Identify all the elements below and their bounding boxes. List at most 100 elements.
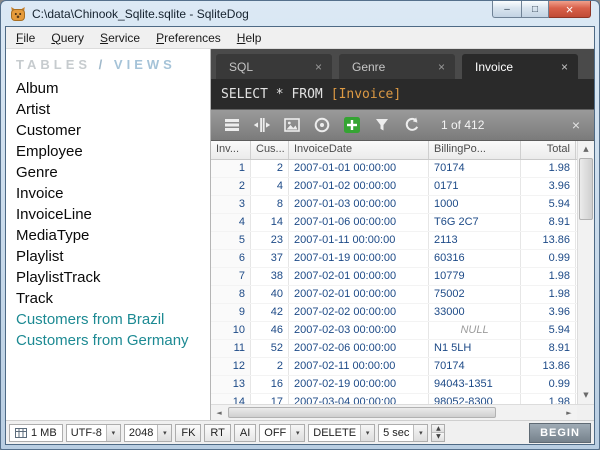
grid-cell[interactable]: 37 — [251, 250, 289, 267]
grid-cell[interactable]: 3.96 — [521, 304, 576, 321]
grid-cell[interactable]: 2 — [211, 178, 251, 195]
tab-close-icon[interactable]: × — [438, 60, 445, 74]
grid-cell[interactable]: 8 — [211, 286, 251, 303]
spin-up-icon[interactable]: ▲ — [432, 425, 444, 434]
timeout-select[interactable]: 5 sec ▾ — [378, 424, 428, 442]
grid-cell[interactable]: 2 — [251, 160, 289, 177]
vertical-scroll-thumb[interactable] — [579, 158, 593, 220]
grid-cell[interactable]: 70174 — [429, 358, 521, 375]
grid-cell[interactable]: 2007-02-02 00:00:00 — [289, 304, 429, 321]
grid-row[interactable]: 13162007-02-19 00:00:0094043-13510.99 — [211, 376, 577, 394]
grid-cell[interactable]: 14 — [251, 214, 289, 231]
sidebar-item-invoiceline[interactable]: InvoiceLine — [6, 204, 210, 225]
grid-cell[interactable]: 10 — [211, 322, 251, 339]
sync-mode-select[interactable]: OFF ▾ — [259, 424, 305, 442]
grid-cell[interactable]: 1.98 — [521, 160, 576, 177]
column-header-inv[interactable]: Inv... — [211, 141, 251, 159]
grid-cell[interactable]: 46 — [251, 322, 289, 339]
grid-cell[interactable]: 10779 — [429, 268, 521, 285]
grid-cell[interactable]: 2007-02-01 00:00:00 — [289, 268, 429, 285]
grid-row[interactable]: 5232007-01-11 00:00:00211313.86 — [211, 232, 577, 250]
encoding-select[interactable]: UTF-8 ▾ — [66, 424, 121, 442]
grid-cell[interactable]: 5.94 — [521, 322, 576, 339]
grid-cell[interactable]: 2007-01-11 00:00:00 — [289, 232, 429, 249]
refresh-button[interactable] — [399, 113, 425, 137]
column-header-invoicedate[interactable]: InvoiceDate — [289, 141, 429, 159]
dropdown-arrow-icon[interactable]: ▾ — [360, 425, 374, 441]
column-header-total[interactable]: Total — [521, 141, 576, 159]
sql-editor[interactable]: SELECT * FROM [Invoice] — [211, 79, 594, 109]
grid-cell[interactable]: NULL — [429, 322, 521, 339]
grid-row[interactable]: 7382007-02-01 00:00:00107791.98 — [211, 268, 577, 286]
horizontal-scrollbar[interactable]: ◄ ► — [211, 404, 577, 420]
grid-row[interactable]: 10462007-02-03 00:00:00NULL5.94 — [211, 322, 577, 340]
dropdown-arrow-icon[interactable]: ▾ — [413, 425, 427, 441]
grid-cell[interactable]: 2007-02-03 00:00:00 — [289, 322, 429, 339]
grid-cell[interactable]: 38 — [251, 268, 289, 285]
sidebar-item-track[interactable]: Track — [6, 288, 210, 309]
spin-down-icon[interactable]: ▼ — [432, 433, 444, 441]
grid-cell[interactable]: 52 — [251, 340, 289, 357]
foreign-keys-toggle[interactable]: FK — [175, 424, 201, 442]
sidebar-item-customers-from-germany[interactable]: Customers from Germany — [6, 330, 210, 351]
journal-mode-select[interactable]: DELETE ▾ — [308, 424, 375, 442]
grid-cell[interactable]: 4 — [211, 214, 251, 231]
grid-cell[interactable]: 2007-02-06 00:00:00 — [289, 340, 429, 357]
grid-cell[interactable]: 2007-02-19 00:00:00 — [289, 376, 429, 393]
grid-cell[interactable]: 0171 — [429, 178, 521, 195]
grid-row[interactable]: 4142007-01-06 00:00:00T6G 2C78.91 — [211, 214, 577, 232]
grid-cell[interactable]: 8.91 — [521, 214, 576, 231]
timeout-spinner[interactable]: ▲ ▼ — [431, 424, 445, 442]
menu-preferences[interactable]: Preferences — [148, 28, 229, 48]
grid-row[interactable]: 382007-01-03 00:00:0010005.94 — [211, 196, 577, 214]
tab-invoice[interactable]: Invoice× — [462, 54, 578, 79]
grid-row[interactable]: 1222007-02-11 00:00:007017413.86 — [211, 358, 577, 376]
column-header-billingpo[interactable]: BillingPo... — [429, 141, 521, 159]
fit-columns-button[interactable] — [249, 113, 275, 137]
close-results-icon[interactable]: × — [566, 117, 586, 133]
tab-close-icon[interactable]: × — [315, 60, 322, 74]
grid-cell[interactable]: 1.98 — [521, 268, 576, 285]
grid-cell[interactable]: 2 — [251, 358, 289, 375]
scroll-up-icon[interactable]: ▲ — [578, 141, 594, 157]
sidebar-item-mediatype[interactable]: MediaType — [6, 225, 210, 246]
grid-cell[interactable]: 12 — [211, 358, 251, 375]
grid-cell[interactable]: 13.86 — [521, 232, 576, 249]
sidebar-item-artist[interactable]: Artist — [6, 99, 210, 120]
grid-cell[interactable]: 5 — [211, 232, 251, 249]
tab-genre[interactable]: Genre× — [339, 54, 455, 79]
grid-cell[interactable]: 3.96 — [521, 178, 576, 195]
blob-view-button[interactable] — [279, 113, 305, 137]
grid-cell[interactable]: 0.99 — [521, 376, 576, 393]
scroll-down-icon[interactable]: ▼ — [578, 387, 594, 403]
sidebar-item-employee[interactable]: Employee — [6, 141, 210, 162]
grid-cell[interactable]: 2007-01-02 00:00:00 — [289, 178, 429, 195]
grid-cell[interactable]: 94043-1351 — [429, 376, 521, 393]
grid-cell[interactable]: 33000 — [429, 304, 521, 321]
sidebar-item-customer[interactable]: Customer — [6, 120, 210, 141]
grid-cell[interactable]: 9 — [211, 304, 251, 321]
grid-cell[interactable]: 7 — [211, 268, 251, 285]
grid-cell[interactable]: 2007-02-11 00:00:00 — [289, 358, 429, 375]
scroll-left-icon[interactable]: ◄ — [211, 405, 227, 420]
grid-cell[interactable]: 23 — [251, 232, 289, 249]
minimize-button[interactable]: – — [492, 1, 521, 18]
locate-record-button[interactable] — [309, 113, 335, 137]
grid-cell[interactable]: 2007-01-06 00:00:00 — [289, 214, 429, 231]
sidebar-item-album[interactable]: Album — [6, 78, 210, 99]
menu-service[interactable]: Service — [92, 28, 148, 48]
grid-cell[interactable]: 70174 — [429, 160, 521, 177]
column-header-cus[interactable]: Cus... — [251, 141, 289, 159]
grid-cell[interactable]: 1 — [211, 160, 251, 177]
grid-cell[interactable]: 2007-02-01 00:00:00 — [289, 286, 429, 303]
grid-cell[interactable]: 2007-01-01 00:00:00 — [289, 160, 429, 177]
auto-increment-toggle[interactable]: AI — [234, 424, 256, 442]
grid-cell[interactable]: 1.98 — [521, 286, 576, 303]
grid-cell[interactable]: 4 — [251, 178, 289, 195]
grid-row[interactable]: 8402007-02-01 00:00:00750021.98 — [211, 286, 577, 304]
grid-row[interactable]: 11522007-02-06 00:00:00N1 5LH8.91 — [211, 340, 577, 358]
grid-row[interactable]: 122007-01-01 00:00:00701741.98 — [211, 160, 577, 178]
dropdown-arrow-icon[interactable]: ▾ — [290, 425, 304, 441]
grid-cell[interactable]: 6 — [211, 250, 251, 267]
menu-help[interactable]: Help — [229, 28, 270, 48]
